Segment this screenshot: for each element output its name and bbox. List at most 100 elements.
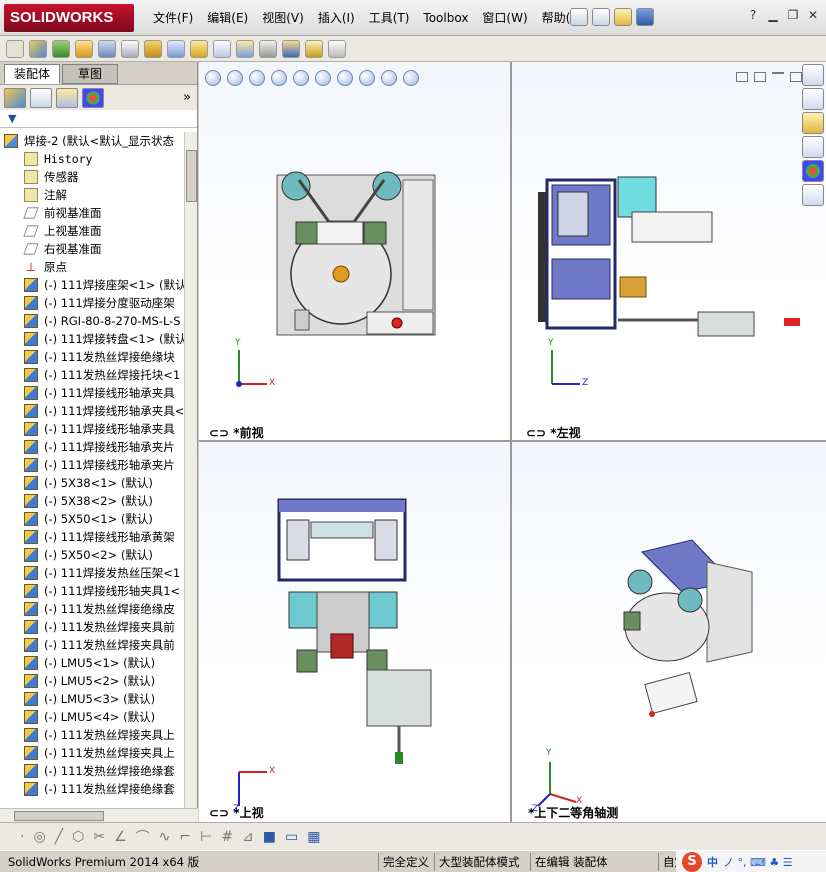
four-view-graphics-area[interactable]: Y X ⊂⊃ *前视 ✕ (199, 62, 826, 822)
point-icon[interactable]: · (20, 829, 24, 845)
new-motion-study-icon[interactable] (190, 39, 208, 58)
tree-item[interactable]: (-) LMU5<4> (默认) (0, 708, 184, 726)
tree-item[interactable]: ⊥ 原点 (0, 258, 184, 276)
save-icon[interactable] (636, 8, 654, 26)
appearances-scenes-icon[interactable] (802, 160, 824, 182)
clearance-verification-icon[interactable] (305, 39, 323, 58)
tree-item[interactable]: (-) LMU5<2> (默认) (0, 672, 184, 690)
ime-tool-icons[interactable]: ノ °, ⌨ ♣ ☰ (723, 854, 793, 870)
tree-item[interactable]: 上视基准面 (0, 222, 184, 240)
file-explorer-icon[interactable] (802, 112, 824, 134)
tree-item[interactable]: (-) 111发热丝焊接绝缘皮 (0, 600, 184, 618)
horizontal-scroll-thumb[interactable] (14, 811, 104, 821)
show-hidden-icon[interactable] (121, 39, 139, 58)
trim-icon[interactable]: ✂ (93, 829, 105, 845)
exploded-view-icon[interactable] (236, 39, 254, 58)
tree-item[interactable]: (-) 111发热丝焊接绝缘块 (0, 348, 184, 366)
tree-item[interactable]: (-) 5X38<2> (默认) (0, 492, 184, 510)
tree-item[interactable]: (-) 5X38<1> (默认) (0, 474, 184, 492)
menu-tools[interactable]: 工具(T) (362, 0, 417, 36)
tree-item[interactable]: (-) 111发热丝焊接夹具上 (0, 744, 184, 762)
menu-view[interactable]: 视图(V) (255, 0, 311, 36)
line-icon[interactable]: ╱ (55, 829, 63, 845)
tree-filter[interactable]: ▼ (0, 110, 197, 128)
tree-item[interactable]: (-) 5X50<1> (默认) (0, 510, 184, 528)
tree-item[interactable]: (-) 111焊接发热丝压架<1 (0, 564, 184, 582)
tree-item[interactable]: (-) 111焊接转盘<1> (默认 (0, 330, 184, 348)
tree-item[interactable]: (-) 111发热丝焊接绝缘套 (0, 780, 184, 798)
grid-icon[interactable]: # (221, 829, 233, 845)
menu-file[interactable]: 文件(F) (146, 0, 200, 36)
tree-item[interactable]: (-) 111发热丝焊接夹具前 (0, 636, 184, 654)
feature-manager-icon[interactable] (4, 87, 26, 108)
arc-icon[interactable]: ⌒ (136, 827, 150, 847)
single-view-icon[interactable]: ▭ (285, 829, 298, 845)
close-icon[interactable]: ✕ (806, 8, 820, 22)
sogou-ime-icon[interactable]: S (682, 852, 702, 872)
configuration-manager-icon[interactable] (56, 87, 78, 108)
smart-fasteners-icon[interactable] (75, 39, 93, 58)
vertical-scroll-thumb[interactable] (186, 150, 197, 202)
insert-component-icon[interactable] (6, 39, 24, 58)
tree-root[interactable]: 焊接-2 (默认<默认_显示状态 (0, 132, 184, 150)
pin-icon[interactable] (570, 8, 588, 26)
tree-item[interactable]: 注解 (0, 186, 184, 204)
minimize-icon[interactable]: ▁ (766, 8, 780, 22)
viewport-isometric[interactable]: Y X Z *上下二等角轴测 (512, 442, 826, 822)
viewport-front[interactable]: Y X ⊂⊃ *前视 (199, 62, 510, 440)
mate-icon[interactable] (29, 39, 47, 58)
menu-insert[interactable]: 插入(I) (311, 0, 362, 36)
tree-item[interactable]: (-) 111焊接线形轴承黄架 (0, 528, 184, 546)
move-component-icon[interactable] (98, 39, 116, 58)
offset-icon[interactable]: ⌐ (179, 829, 191, 845)
property-manager-icon[interactable] (30, 87, 52, 108)
tree-item[interactable]: (-) 111焊接座架<1> (默认 (0, 276, 184, 294)
linear-pattern-icon[interactable] (52, 39, 70, 58)
tree-item[interactable]: (-) 111发热丝焊接夹具上 (0, 726, 184, 744)
menu-toolbox[interactable]: Toolbox (416, 0, 475, 36)
design-library-icon[interactable] (802, 88, 824, 110)
menu-window[interactable]: 窗口(W) (475, 0, 534, 36)
restore-icon[interactable]: ❐ (786, 8, 800, 22)
tree-horizontal-scrollbar[interactable] (0, 808, 198, 822)
polygon-icon[interactable]: ⬡ (72, 829, 84, 845)
relation-icon[interactable]: ⊿ (242, 829, 254, 845)
reference-geometry-icon[interactable] (167, 39, 185, 58)
viewport-left[interactable]: ✕ Y Z ⊂⊃ *左视 (512, 62, 826, 440)
interference-detection-icon[interactable] (282, 39, 300, 58)
menu-edit[interactable]: 编辑(E) (200, 0, 255, 36)
tree-item[interactable]: (-) LMU5<1> (默认) (0, 654, 184, 672)
tree-item[interactable]: (-) 111发热丝焊接夹具前 (0, 618, 184, 636)
tree-item[interactable]: (-) 111焊接线形轴承夹片 (0, 456, 184, 474)
tree-item[interactable]: (-) 111发热丝焊接绝缘套 (0, 762, 184, 780)
solidworks-resources-icon[interactable] (802, 64, 824, 86)
tree-item[interactable]: 前视基准面 (0, 204, 184, 222)
spline-icon[interactable]: ∿ (159, 829, 171, 845)
explode-line-sketch-icon[interactable] (259, 39, 277, 58)
open-folder-icon[interactable] (614, 8, 632, 26)
custom-properties-icon[interactable] (802, 184, 824, 206)
tree-item[interactable]: (-) 5X50<2> (默认) (0, 546, 184, 564)
tree-item[interactable]: (-) 111焊接线形轴承夹具<1 (0, 402, 184, 420)
tree-item[interactable]: (-) 111焊接分度驱动座架 (0, 294, 184, 312)
bill-of-materials-icon[interactable] (213, 39, 231, 58)
tree-item[interactable]: (-) 111焊接线形轴夹具1< (0, 582, 184, 600)
tree-item[interactable]: (-) LMU5<3> (默认) (0, 690, 184, 708)
tree-item[interactable]: History (0, 150, 184, 168)
ime-language-toggle[interactable]: 中 (707, 854, 718, 870)
circle-icon[interactable]: ◎ (33, 829, 45, 845)
view-palette-icon[interactable] (802, 136, 824, 158)
tree-item[interactable]: 传感器 (0, 168, 184, 186)
tree-vertical-scrollbar[interactable] (184, 132, 197, 808)
tree-item[interactable]: (-) 111发热丝焊接托块<1 (0, 366, 184, 384)
angle-icon[interactable]: ∠ (114, 829, 127, 845)
display-manager-icon[interactable] (82, 87, 104, 108)
tree-item[interactable]: (-) 111焊接线形轴承夹具 (0, 420, 184, 438)
tree-item[interactable]: (-) RGI-80-8-270-MS-L-S (0, 312, 184, 330)
tree-item[interactable]: (-) 111焊接线形轴承夹具 (0, 384, 184, 402)
four-view-icon[interactable]: ▦ (307, 829, 320, 845)
shaded-view-icon[interactable]: ■ (263, 829, 276, 845)
tree-item[interactable]: (-) 111焊接线形轴承夹片 (0, 438, 184, 456)
tab-sketch[interactable]: 草图 (62, 64, 118, 84)
new-document-icon[interactable] (592, 8, 610, 26)
